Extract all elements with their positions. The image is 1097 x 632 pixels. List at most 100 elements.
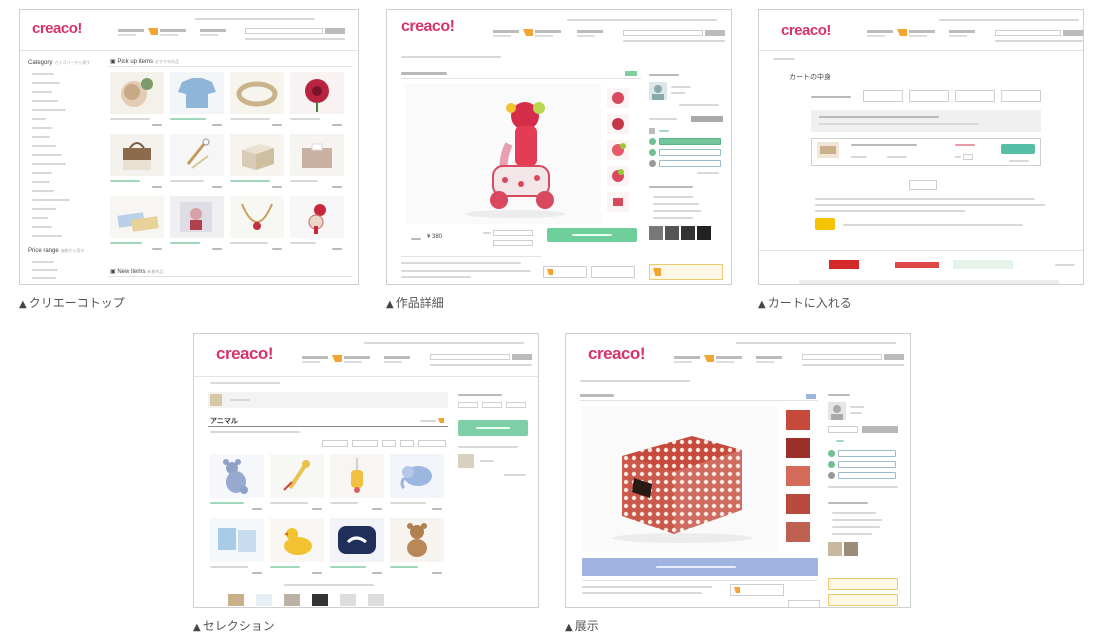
search-button[interactable] (325, 28, 345, 34)
owner-button[interactable] (506, 402, 526, 408)
header-links[interactable] (736, 342, 896, 344)
category-item[interactable] (32, 181, 50, 183)
category-item[interactable] (32, 208, 56, 210)
sponsor-banner-2[interactable] (895, 262, 939, 268)
category-item[interactable] (32, 100, 58, 102)
item-caption[interactable] (110, 180, 140, 182)
sponsor-banner-1[interactable] (829, 260, 859, 269)
category-item[interactable] (32, 136, 50, 138)
item-caption[interactable] (230, 180, 270, 182)
related-link[interactable] (832, 512, 876, 514)
recommend-thumb[interactable] (340, 594, 356, 606)
option-link[interactable] (697, 172, 719, 174)
item-thumb-keychain[interactable] (170, 134, 224, 176)
category-item[interactable] (32, 217, 48, 219)
recommend-thumb[interactable] (312, 594, 328, 606)
item-caption[interactable] (170, 118, 206, 120)
nav-item[interactable] (344, 356, 370, 363)
sort-button[interactable] (382, 440, 396, 447)
search-button[interactable] (1063, 30, 1083, 36)
sub-image[interactable] (786, 438, 810, 458)
shipping-button[interactable] (691, 116, 723, 122)
item-thumb-bear-brown[interactable] (390, 518, 444, 562)
header-links[interactable] (195, 18, 315, 20)
item-thumb-giraffe[interactable] (270, 454, 324, 498)
category-item[interactable] (32, 82, 60, 84)
item-caption[interactable] (270, 502, 308, 504)
item-caption[interactable] (290, 180, 318, 182)
related-link[interactable] (832, 519, 882, 521)
cart-item-thumb[interactable] (817, 142, 839, 158)
item-thumb-doll[interactable] (170, 196, 224, 238)
related-thumb[interactable] (665, 226, 679, 240)
item-caption[interactable] (330, 566, 366, 568)
category-item[interactable] (32, 190, 54, 192)
category-item[interactable] (32, 163, 66, 165)
nav-item[interactable] (716, 356, 742, 363)
item-thumb-bear-blue[interactable] (210, 454, 264, 498)
sponsor-banner-3[interactable] (953, 260, 1013, 269)
item-caption[interactable] (170, 242, 200, 244)
sub-image[interactable] (607, 140, 629, 160)
item-caption[interactable] (270, 566, 300, 568)
main-image[interactable] (405, 84, 601, 224)
sub-image[interactable] (607, 192, 629, 212)
nav-item[interactable] (493, 30, 519, 37)
price-item[interactable] (32, 277, 56, 279)
main-image[interactable] (582, 406, 778, 552)
breadcrumb[interactable] (401, 56, 501, 58)
category-item[interactable] (32, 226, 52, 228)
item-thumb-elephant[interactable] (390, 454, 444, 498)
sub-image[interactable] (607, 166, 629, 186)
item-caption[interactable] (290, 242, 316, 244)
cart-item-name[interactable] (851, 144, 917, 146)
owner-avatar[interactable] (458, 454, 474, 468)
item-caption[interactable] (110, 118, 150, 120)
sort-button[interactable] (352, 440, 378, 447)
quantity-input[interactable] (493, 230, 533, 236)
item-thumb-shirt[interactable] (170, 72, 224, 114)
category-item[interactable] (32, 73, 54, 75)
item-thumb-charm[interactable] (330, 454, 384, 498)
related-thumb[interactable] (844, 542, 858, 556)
item-thumb-necklace[interactable] (230, 196, 284, 238)
sort-button[interactable] (322, 440, 348, 447)
item-thumb-box[interactable] (230, 134, 284, 176)
breadcrumb[interactable] (210, 382, 280, 384)
item-caption[interactable] (390, 566, 418, 568)
option-3[interactable] (659, 160, 721, 167)
shipping-tab[interactable] (828, 426, 858, 433)
sub-image[interactable] (786, 410, 810, 430)
option-2[interactable] (659, 149, 721, 156)
item-thumb-flower[interactable] (110, 72, 164, 114)
update-cart-button[interactable] (1001, 144, 1035, 154)
selector-avatar[interactable] (210, 394, 222, 406)
cart-qty-input[interactable] (963, 154, 973, 160)
item-caption[interactable] (230, 242, 268, 244)
nav-item[interactable] (756, 356, 782, 363)
more-link[interactable] (504, 474, 526, 476)
option-input[interactable] (493, 240, 533, 246)
related-link[interactable] (653, 210, 701, 212)
recommend-thumb[interactable] (256, 594, 272, 606)
item-caption[interactable] (210, 566, 248, 568)
sort-button[interactable] (400, 440, 414, 447)
related-link[interactable] (832, 533, 872, 535)
creator-name[interactable] (671, 86, 691, 88)
category-item[interactable] (32, 127, 52, 129)
related-link[interactable] (832, 526, 880, 528)
option-2[interactable] (838, 461, 896, 468)
item-caption[interactable] (230, 118, 270, 120)
category-item[interactable] (32, 118, 46, 120)
item-thumb-ornament[interactable] (290, 196, 344, 238)
related-link[interactable] (653, 196, 693, 198)
nav-item[interactable] (577, 30, 603, 37)
header-links[interactable] (567, 19, 717, 21)
category-item[interactable] (32, 145, 56, 147)
item-caption[interactable] (210, 502, 244, 504)
option-3[interactable] (838, 472, 896, 479)
creator-avatar[interactable] (828, 402, 846, 420)
search-button[interactable] (705, 30, 725, 36)
sub-image[interactable] (786, 522, 810, 542)
item-thumb-duck[interactable] (270, 518, 324, 562)
